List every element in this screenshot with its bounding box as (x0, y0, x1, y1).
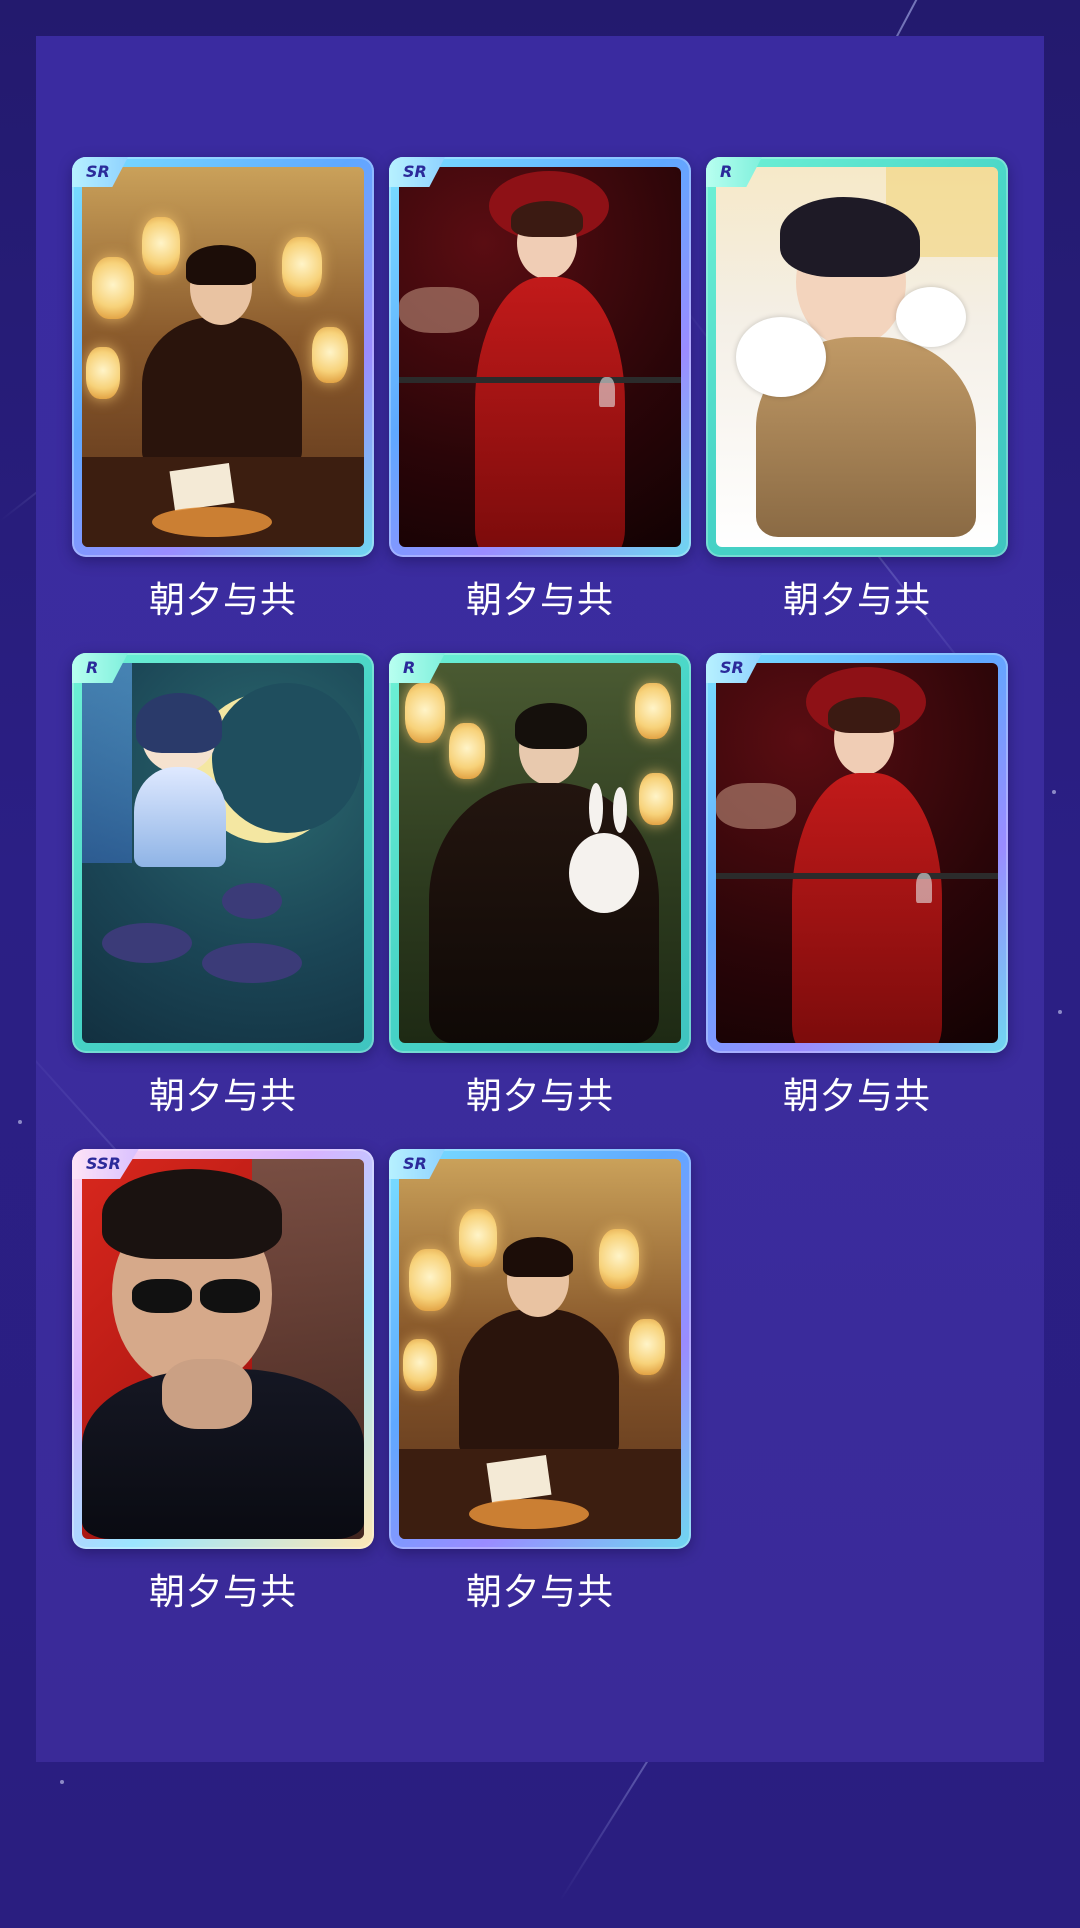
card-artwork-red-suit (399, 167, 681, 547)
card-item[interactable]: R 朝夕与共 (706, 157, 1008, 637)
card-artwork-smiling-with-cats (716, 167, 998, 547)
card-title: 朝夕与共 (465, 1076, 614, 1117)
card-item[interactable]: R 朝夕与共 (389, 653, 691, 1133)
card-frame (706, 653, 1008, 1053)
card-frame (72, 653, 374, 1053)
card-frame (72, 1149, 374, 1549)
card-frame (389, 157, 691, 557)
background-sparkle (1052, 790, 1056, 794)
card-artwork-black-robe-rabbit-mask (399, 663, 681, 1043)
card-frame (389, 1149, 691, 1549)
background-sparkle (60, 1780, 64, 1784)
card-frame (706, 157, 1008, 557)
card-artwork-red-suit (716, 663, 998, 1043)
card-item[interactable]: SR 朝夕与共 (706, 653, 1008, 1133)
card-title: 朝夕与共 (148, 1572, 297, 1613)
card-frame (389, 653, 691, 1053)
card-item[interactable]: SR 朝夕与共 (389, 1149, 691, 1629)
card-item[interactable]: SR 朝夕与共 (389, 157, 691, 637)
background-sparkle (1058, 1010, 1062, 1014)
card-item[interactable]: SR 朝夕与共 (72, 157, 374, 637)
card-artwork-chibi-moon (82, 663, 364, 1043)
card-title: 朝夕与共 (782, 580, 931, 621)
card-title: 朝夕与共 (465, 1572, 614, 1613)
card-item[interactable]: SSR 朝夕与共 (72, 1149, 374, 1629)
background-sparkle (18, 1120, 22, 1124)
card-title: 朝夕与共 (465, 580, 614, 621)
card-title: 朝夕与共 (782, 1076, 931, 1117)
card-title: 朝夕与共 (148, 580, 297, 621)
card-item[interactable]: R 朝夕与共 (72, 653, 374, 1133)
card-collection-panel: SR 朝夕与共 SR 朝夕与共 R 朝夕与共 R 朝夕与共 R 朝夕与共 SR … (36, 36, 1044, 1762)
card-title: 朝夕与共 (148, 1076, 297, 1117)
card-artwork-sunglasses-portrait (82, 1159, 364, 1539)
card-frame (72, 157, 374, 557)
card-artwork-lantern-calligraphy (399, 1159, 681, 1539)
card-artwork-lantern-calligraphy (82, 167, 364, 547)
